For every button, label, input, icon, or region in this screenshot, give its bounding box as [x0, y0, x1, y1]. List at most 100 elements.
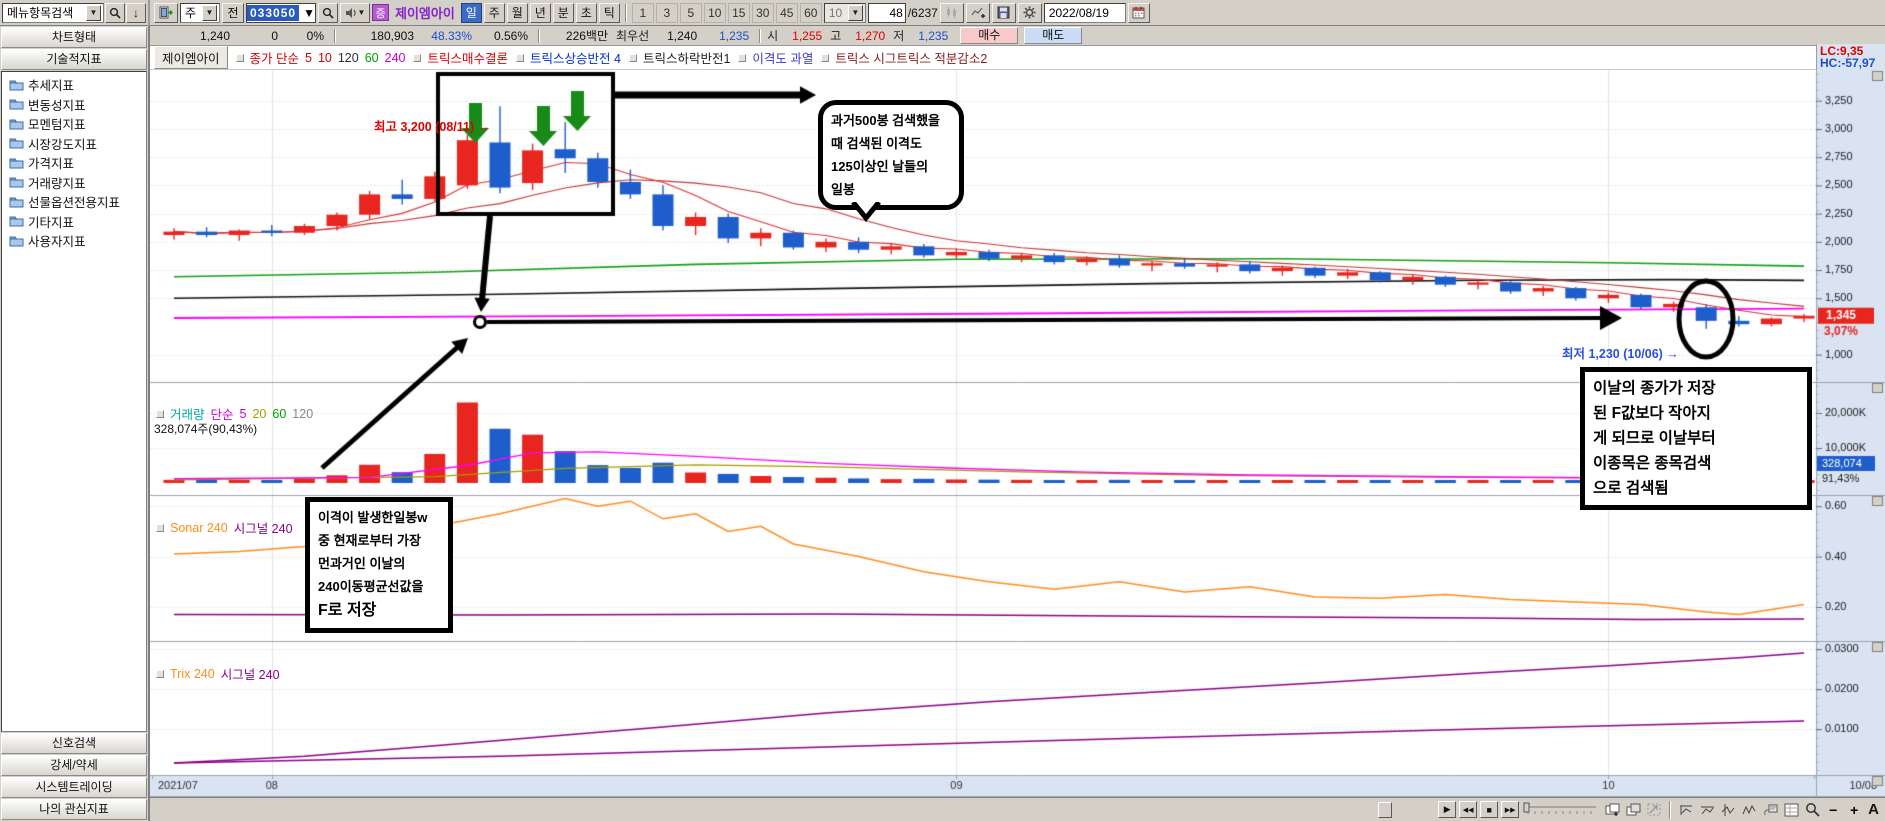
code-search-button[interactable] — [318, 3, 338, 23]
magnifier-icon[interactable] — [1803, 801, 1821, 818]
legend-text: 시그널 240 — [234, 518, 293, 537]
chart-tab[interactable]: 제이엠아이 — [154, 46, 228, 69]
high-label: 고 — [828, 27, 843, 44]
chart-grid-icon[interactable] — [1782, 801, 1800, 818]
legend-item[interactable]: 이격도 과열 — [738, 48, 813, 67]
fast-forward-button[interactable]: ▶▶ — [1501, 801, 1519, 818]
best-ask: 1,235 — [703, 29, 755, 43]
sound-alert-button[interactable]: ▼ — [340, 3, 370, 23]
date-picker[interactable]: 2022/08/19 — [1044, 3, 1126, 23]
stop-button[interactable]: ■ — [1480, 801, 1498, 818]
folder-icon — [9, 196, 24, 208]
cascade-windows-icon[interactable] — [1624, 801, 1642, 818]
sidebar-item-my-indicators[interactable]: 나의 관심지표 — [1, 799, 147, 820]
wave-tool-icon[interactable] — [1740, 801, 1758, 818]
updown-tool-icon[interactable] — [1719, 801, 1737, 818]
rewind-button[interactable]: ◀◀ — [1459, 801, 1477, 818]
tick-count-button-30[interactable]: 30 — [752, 3, 774, 23]
close-below-f-annotation[interactable]: 이날의 종가가 저장된 F값보다 작아지게 되므로 이날부터이종목은 종목검색으… — [1580, 367, 1812, 510]
legend-item[interactable]: 트릭스하락반전1 — [629, 48, 730, 67]
chevron-down-icon[interactable]: ▼ — [202, 5, 217, 21]
sidebar-item-system-trading[interactable]: 시스템트레이딩 — [1, 777, 147, 798]
sidebar-item-label: 변동성지표 — [28, 95, 86, 114]
legend-item[interactable]: 트릭스 시그트릭스 적분감소2 — [821, 48, 987, 67]
save-chart-button[interactable] — [992, 3, 1016, 23]
zoom-slider[interactable]: ' — [1522, 802, 1600, 818]
sidebar-item-bull-bear[interactable]: 강세/약세 — [1, 755, 147, 776]
annotation-line: 중 현재로부터 가장 — [318, 529, 440, 552]
legend-item[interactable]: 트릭스매수결론 — [413, 48, 508, 67]
timeframe-button-년[interactable]: 년 — [530, 3, 551, 23]
legend-item[interactable]: Sonar 240시그널 240 — [156, 518, 293, 537]
timeframe-button-분[interactable]: 분 — [553, 3, 574, 23]
sidebar-item-가격지표[interactable]: 가격지표 — [2, 153, 146, 173]
bar-index-input[interactable] — [868, 3, 906, 23]
legend-item[interactable]: 종가 단순51012060240 — [236, 48, 406, 67]
sidebar-item-signal-search[interactable]: 신호검색 — [1, 733, 147, 754]
font-size-button[interactable]: A — [1866, 801, 1879, 818]
tick-count-button-5[interactable]: 5 — [680, 3, 702, 23]
tick-count-button-3[interactable]: 3 — [656, 3, 678, 23]
add-indicator-button[interactable] — [966, 3, 990, 23]
zoom-slider-handle[interactable] — [1524, 803, 1529, 812]
sidebar-item-시장강도지표[interactable]: 시장강도지표 — [2, 134, 146, 154]
buy-button[interactable]: 매수 — [960, 27, 1018, 44]
sonar-pane-legend[interactable]: Sonar 240시그널 240 — [156, 518, 293, 537]
chevron-down-icon[interactable]: ▼ — [86, 5, 101, 21]
prev-stock-button[interactable]: 전 — [222, 3, 244, 23]
compare-chart-button[interactable] — [940, 3, 964, 23]
legend-text: 60 — [272, 407, 286, 421]
legend-bullet-icon — [156, 670, 164, 678]
resistance-tool-icon[interactable] — [1698, 801, 1716, 818]
legend-item[interactable]: Trix 240시그널 240 — [156, 664, 280, 683]
trix-pane-legend[interactable]: Trix 240시그널 240 — [156, 664, 280, 683]
menu-collapse-button[interactable]: ↓ — [126, 3, 146, 23]
chart-settings-button[interactable] — [1018, 3, 1042, 23]
menu-search-button[interactable] — [105, 3, 125, 23]
f-value-annotation[interactable]: 이격이 발생한일봉w중 현재로부터 가장먼과거인 이날의240이동평균선값을 F… — [305, 497, 453, 633]
zoom-in-button[interactable]: + — [1845, 801, 1863, 818]
sidebar-item-변동성지표[interactable]: 변동성지표 — [2, 95, 146, 115]
tick-count-button-60[interactable]: 60 — [800, 3, 822, 23]
sidebar-item-모멘텀지표[interactable]: 모멘텀지표 — [2, 114, 146, 134]
sidebar-item-거래량지표[interactable]: 거래량지표 — [2, 173, 146, 193]
timeframe-button-일[interactable]: 일 — [461, 3, 482, 23]
timeframe-button-주[interactable]: 주 — [484, 3, 505, 23]
timeframe-button-초[interactable]: 초 — [576, 3, 597, 23]
sidebar-header-technical[interactable]: 기술적지표 — [1, 49, 147, 70]
new-window-icon[interactable] — [1603, 801, 1621, 818]
tick-count-button-15[interactable]: 15 — [728, 3, 750, 23]
timeframe-button-틱[interactable]: 틱 — [599, 3, 620, 23]
callout-bubble-annotation[interactable]: 과거500봉 검색했을때 검색된 이격도125이상인 날들의일봉 — [818, 100, 964, 210]
sidebar-item-기타지표[interactable]: 기타지표 — [2, 212, 146, 232]
sidebar-item-선물옵션전용지표[interactable]: 선물옵션전용지표 — [2, 192, 146, 212]
timeframe-button-월[interactable]: 월 — [507, 3, 528, 23]
annotation-tool-icon[interactable] — [1761, 801, 1779, 818]
tick-count-button-1[interactable]: 1 — [632, 3, 654, 23]
tick-unit-combo[interactable]: 10 ▼ — [824, 3, 866, 23]
sidebar-item-label: 모멘텀지표 — [28, 114, 86, 133]
chevron-down-icon[interactable]: ▼ — [303, 6, 315, 20]
window-switch-button[interactable] — [154, 3, 178, 23]
horizontal-scrollbar-thumb[interactable] — [1378, 802, 1392, 818]
legend-item[interactable]: 트릭스상승반전 4 — [516, 48, 621, 67]
menu-search-combo[interactable]: 메뉴항목검색 ▼ — [2, 3, 104, 23]
trendline-tool-icon[interactable] — [1677, 801, 1695, 818]
axis-header: LC:9,35 HC:-57,97 — [1816, 44, 1885, 70]
chevron-down-icon[interactable]: ▼ — [358, 8, 366, 17]
zoom-out-button[interactable]: − — [1824, 801, 1842, 818]
sidebar-item-사용자지표[interactable]: 사용자지표 — [2, 231, 146, 251]
tick-count-button-45[interactable]: 45 — [776, 3, 798, 23]
sidebar-item-추세지표[interactable]: 추세지표 — [2, 75, 146, 95]
play-button[interactable]: ▶ — [1438, 801, 1456, 818]
zoom-area-icon[interactable] — [1645, 801, 1663, 818]
sidebar-item-label: 거래량지표 — [28, 173, 86, 192]
tick-count-button-10[interactable]: 10 — [704, 3, 726, 23]
legend-text: 10 — [318, 51, 332, 65]
chevron-down-icon[interactable]: ▼ — [848, 5, 863, 21]
calendar-button[interactable] — [1128, 3, 1150, 23]
stock-code-input[interactable]: 033050 ▼ — [246, 3, 316, 23]
sell-button[interactable]: 매도 — [1024, 27, 1082, 44]
sidebar-header-chart-type[interactable]: 차트형태 — [1, 27, 147, 48]
market-combo[interactable]: 주 ▼ — [180, 3, 220, 23]
